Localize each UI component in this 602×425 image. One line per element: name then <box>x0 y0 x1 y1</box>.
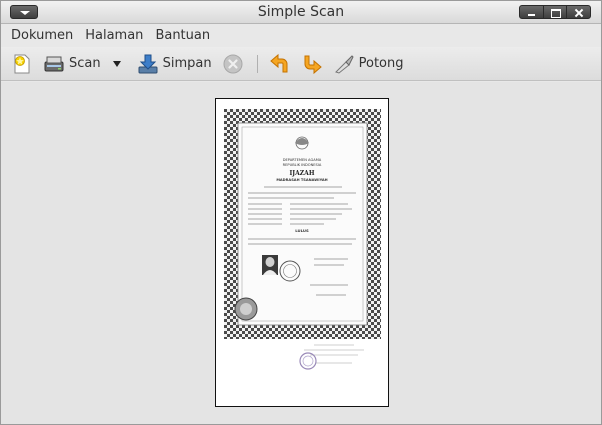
new-document-button[interactable] <box>7 50 37 78</box>
cert-ministry: DEPARTEMEN AGAMA <box>283 158 322 162</box>
rotate-left-icon <box>269 53 288 72</box>
crop-knife-icon <box>334 54 354 74</box>
maximize-button[interactable] <box>542 6 567 18</box>
title-bar: Simple Scan <box>1 1 601 24</box>
scan-label: Scan <box>69 56 101 71</box>
menu-halaman[interactable]: Halaman <box>79 25 149 47</box>
minimize-button[interactable] <box>520 6 543 18</box>
close-window-button[interactable] <box>566 6 590 18</box>
scanned-page[interactable]: DEPARTEMEN AGAMA REPUBLIK INDONESIA IJAZ… <box>215 98 389 407</box>
window-controls <box>519 5 591 19</box>
save-label: Simpan <box>162 56 212 71</box>
scan-dropdown-button[interactable] <box>107 50 131 78</box>
crop-label: Potong <box>358 56 404 71</box>
cert-school-type: MADRASAH TSANAWIYAH <box>276 178 327 182</box>
window-title: Simple Scan <box>257 4 345 20</box>
new-document-icon <box>14 54 30 73</box>
scanned-certificate: DEPARTEMEN AGAMA REPUBLIK INDONESIA IJAZ… <box>224 109 381 374</box>
app-window: Simple Scan Dokumen Halaman Bantuan Scan… <box>0 0 602 425</box>
scanner-icon <box>44 56 64 71</box>
save-button[interactable]: Simpan <box>133 50 216 78</box>
chevron-down-icon <box>112 60 121 67</box>
rotate-left-button[interactable] <box>265 50 295 78</box>
toolbar-separator <box>256 54 258 73</box>
cancel-icon <box>223 54 243 73</box>
scan-preview-area: DEPARTEMEN AGAMA REPUBLIK INDONESIA IJAZ… <box>1 82 601 424</box>
rotate-right-icon <box>304 55 322 74</box>
menu-dokumen[interactable]: Dokumen <box>5 25 79 47</box>
cert-country: REPUBLIK INDONESIA <box>283 163 322 167</box>
menu-bar: Dokumen Halaman Bantuan <box>1 25 601 47</box>
crop-button[interactable]: Potong <box>329 50 408 78</box>
toolbar: Scan Simpan Potong <box>1 47 601 81</box>
rotate-right-button[interactable] <box>297 50 327 78</box>
save-download-icon <box>138 54 158 73</box>
scan-button[interactable]: Scan <box>39 50 105 78</box>
cert-result: LULUS <box>295 228 309 233</box>
cert-heading: IJAZAH <box>289 170 314 177</box>
menu-bantuan[interactable]: Bantuan <box>149 25 216 47</box>
cancel-button[interactable] <box>218 50 248 78</box>
